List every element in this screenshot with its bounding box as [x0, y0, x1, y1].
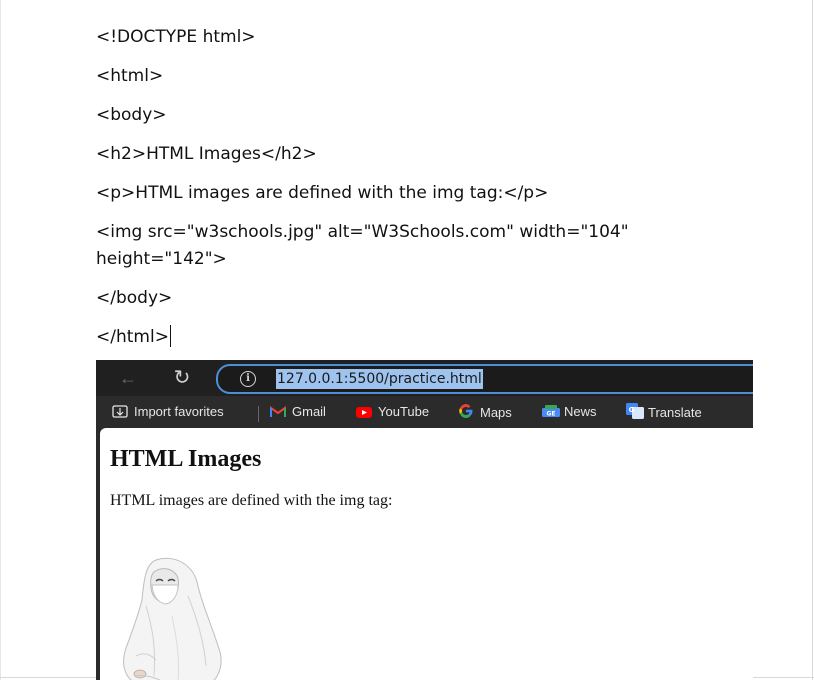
code-line-text: </html> [96, 327, 169, 347]
code-line: <p>HTML images are defined with the img … [96, 183, 549, 203]
page-paragraph: HTML images are defined with the img tag… [110, 492, 393, 509]
bookmark-maps[interactable]: Maps [458, 403, 512, 421]
bookmarks-divider [258, 406, 259, 422]
bookmark-gmail[interactable]: Gmail [270, 403, 326, 421]
bookmark-label: Maps [480, 405, 512, 420]
browser-toolbar: ← ↻ i 127.0.0.1:5500/practice.html [96, 360, 753, 396]
url-text[interactable]: 127.0.0.1:5500/practice.html [276, 369, 483, 389]
translate-icon: G [626, 403, 644, 419]
bookmarks-bar: Import favorites Gmail YouTube Maps GE N… [96, 396, 753, 428]
page-edge-right [812, 0, 813, 680]
import-favorites-icon [112, 404, 128, 418]
bookmark-label: YouTube [378, 404, 430, 419]
code-line: <img src="w3schools.jpg" alt="W3Schools.… [96, 222, 629, 242]
page-heading: HTML Images [110, 446, 262, 472]
bookmark-label: Gmail [292, 404, 326, 419]
bookmark-label: Translate [648, 405, 702, 420]
bookmark-news[interactable]: GE News [542, 403, 597, 421]
browser-screenshot: ← ↻ i 127.0.0.1:5500/practice.html Impor… [96, 360, 753, 680]
svg-text:G: G [629, 406, 635, 414]
code-line: </body> [96, 288, 173, 308]
address-bar[interactable]: i 127.0.0.1:5500/practice.html [216, 364, 753, 394]
page-edge-left [0, 0, 1, 680]
code-line: <html> [96, 66, 164, 86]
google-icon [458, 403, 474, 418]
gmail-icon [270, 406, 286, 420]
browser-viewport: HTML Images HTML images are defined with… [100, 428, 753, 680]
bookmark-label: Import favorites [134, 404, 224, 419]
bookmark-translate[interactable]: G Translate [626, 403, 702, 421]
arrow-left-icon[interactable]: ← [116, 366, 140, 390]
text-caret [169, 325, 171, 347]
info-icon[interactable]: i [240, 371, 256, 387]
code-line: <!DOCTYPE html> [96, 27, 256, 47]
bookmark-label: News [564, 404, 597, 419]
hijab-girl-illustration [116, 556, 224, 680]
news-icon: GE [542, 404, 560, 418]
svg-text:GE: GE [546, 411, 555, 418]
bookmark-import-favorites[interactable]: Import favorites [112, 403, 224, 421]
bookmark-youtube[interactable]: YouTube [356, 403, 429, 421]
youtube-icon [356, 406, 372, 420]
code-line: <h2>HTML Images</h2> [96, 144, 317, 164]
code-line: height="142"> [96, 249, 227, 269]
code-line-last: </html> [96, 324, 171, 350]
code-line: <body> [96, 105, 167, 125]
refresh-icon[interactable]: ↻ [170, 366, 194, 390]
